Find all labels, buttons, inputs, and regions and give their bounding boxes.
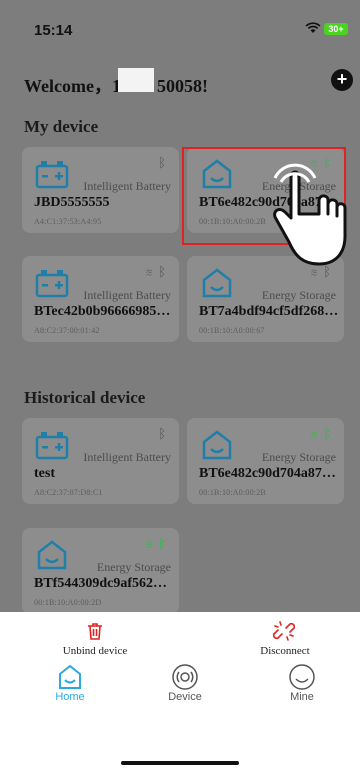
battery-icon bbox=[35, 432, 69, 460]
trash-icon bbox=[88, 623, 102, 640]
device-type: Intelligent Battery bbox=[83, 179, 171, 193]
device-card[interactable]: ᛒ Intelligent Battery JBD5555555 A4:C1:3… bbox=[22, 147, 179, 233]
device-icon bbox=[172, 664, 198, 690]
redaction-mask bbox=[118, 68, 154, 92]
welcome-suffix: 50058! bbox=[156, 76, 208, 96]
device-type: Intelligent Battery bbox=[83, 288, 171, 302]
device-name: BT6e482c90d704a87… bbox=[199, 466, 336, 481]
wifi-bluetooth-icon: ≋ ᛒ bbox=[145, 264, 167, 279]
tab-mine[interactable]: Mine bbox=[262, 663, 342, 703]
home-icon bbox=[59, 664, 81, 689]
device-type: Intelligent Battery bbox=[83, 450, 171, 464]
tab-device[interactable]: Device bbox=[145, 663, 225, 703]
device-name: JBD5555555 bbox=[34, 195, 110, 210]
device-mac: 00:1B:10:A0:00:2D bbox=[34, 598, 102, 607]
device-card[interactable]: ≋ ᛒ Intelligent Battery BTec42b0b9666698… bbox=[22, 256, 179, 342]
unbind-label: Unbind device bbox=[62, 645, 128, 657]
wifi-bluetooth-icon: ≋ ᛒ bbox=[145, 536, 167, 551]
device-type: Energy Storage bbox=[261, 450, 336, 464]
broken-link-icon bbox=[273, 621, 295, 641]
tap-hand-icon bbox=[273, 163, 347, 266]
device-mac: 00:1B:10:A0:00:2B bbox=[199, 488, 266, 497]
disconnect-label: Disconnect bbox=[260, 645, 310, 657]
tab-device-label: Device bbox=[168, 691, 202, 703]
historical-device-heading: Historical device bbox=[24, 388, 146, 407]
device-mac: 00:1B:10:A0:00:67 bbox=[199, 326, 265, 335]
welcome-prefix: Welcome，1 bbox=[24, 76, 121, 96]
tab-home[interactable]: Home bbox=[30, 663, 110, 703]
my-device-heading: My device bbox=[24, 117, 99, 136]
device-mac: A8:C2:37:00:01:42 bbox=[34, 326, 100, 335]
wifi-bluetooth-icon: ≋ ᛒ bbox=[310, 426, 332, 441]
device-name: BTec42b0b96666985… bbox=[34, 304, 171, 319]
home-storage-icon bbox=[202, 430, 232, 460]
bluetooth-icon: ᛒ bbox=[158, 155, 167, 170]
tab-mine-label: Mine bbox=[290, 691, 314, 703]
home-indicator bbox=[121, 761, 239, 765]
battery-icon bbox=[35, 270, 69, 298]
user-icon bbox=[289, 664, 315, 690]
device-list-area: 15:14 30+ Welcome，1 50058! + My device ᛒ … bbox=[0, 0, 360, 614]
battery-icon bbox=[35, 161, 69, 189]
history-card[interactable]: ≋ ᛒ Energy Storage BTf544309dc9af562… 00… bbox=[22, 528, 179, 614]
device-type: Energy Storage bbox=[261, 288, 336, 302]
unbind-device-button[interactable]: Unbind device bbox=[45, 620, 145, 657]
disconnect-button[interactable]: Disconnect bbox=[235, 620, 335, 657]
bluetooth-icon: ᛒ bbox=[158, 426, 167, 441]
welcome-text: Welcome，1 50058! bbox=[24, 72, 208, 98]
home-storage-icon bbox=[37, 540, 67, 570]
status-bar: 15:14 30+ bbox=[0, 0, 360, 44]
add-device-icon[interactable]: + bbox=[331, 69, 353, 91]
device-type: Energy Storage bbox=[96, 560, 171, 574]
status-time: 15:14 bbox=[34, 22, 73, 39]
home-storage-icon bbox=[202, 268, 232, 298]
device-name: BTf544309dc9af562… bbox=[34, 576, 167, 591]
device-mac: A4:C1:37:53:A4:95 bbox=[34, 217, 102, 226]
device-name: BT7a4bdf94cf5df268… bbox=[199, 304, 339, 319]
wifi-icon bbox=[305, 22, 321, 38]
tab-home-label: Home bbox=[55, 691, 85, 703]
history-card[interactable]: ᛒ Intelligent Battery test A8:C2:37:07:D… bbox=[22, 418, 179, 504]
device-name: test bbox=[34, 466, 55, 481]
device-mac: A8:C2:37:07:D8:C1 bbox=[34, 488, 103, 497]
history-card[interactable]: ≋ ᛒ Energy Storage BT6e482c90d704a87… 00… bbox=[187, 418, 344, 504]
battery-indicator: 30+ bbox=[324, 23, 348, 35]
